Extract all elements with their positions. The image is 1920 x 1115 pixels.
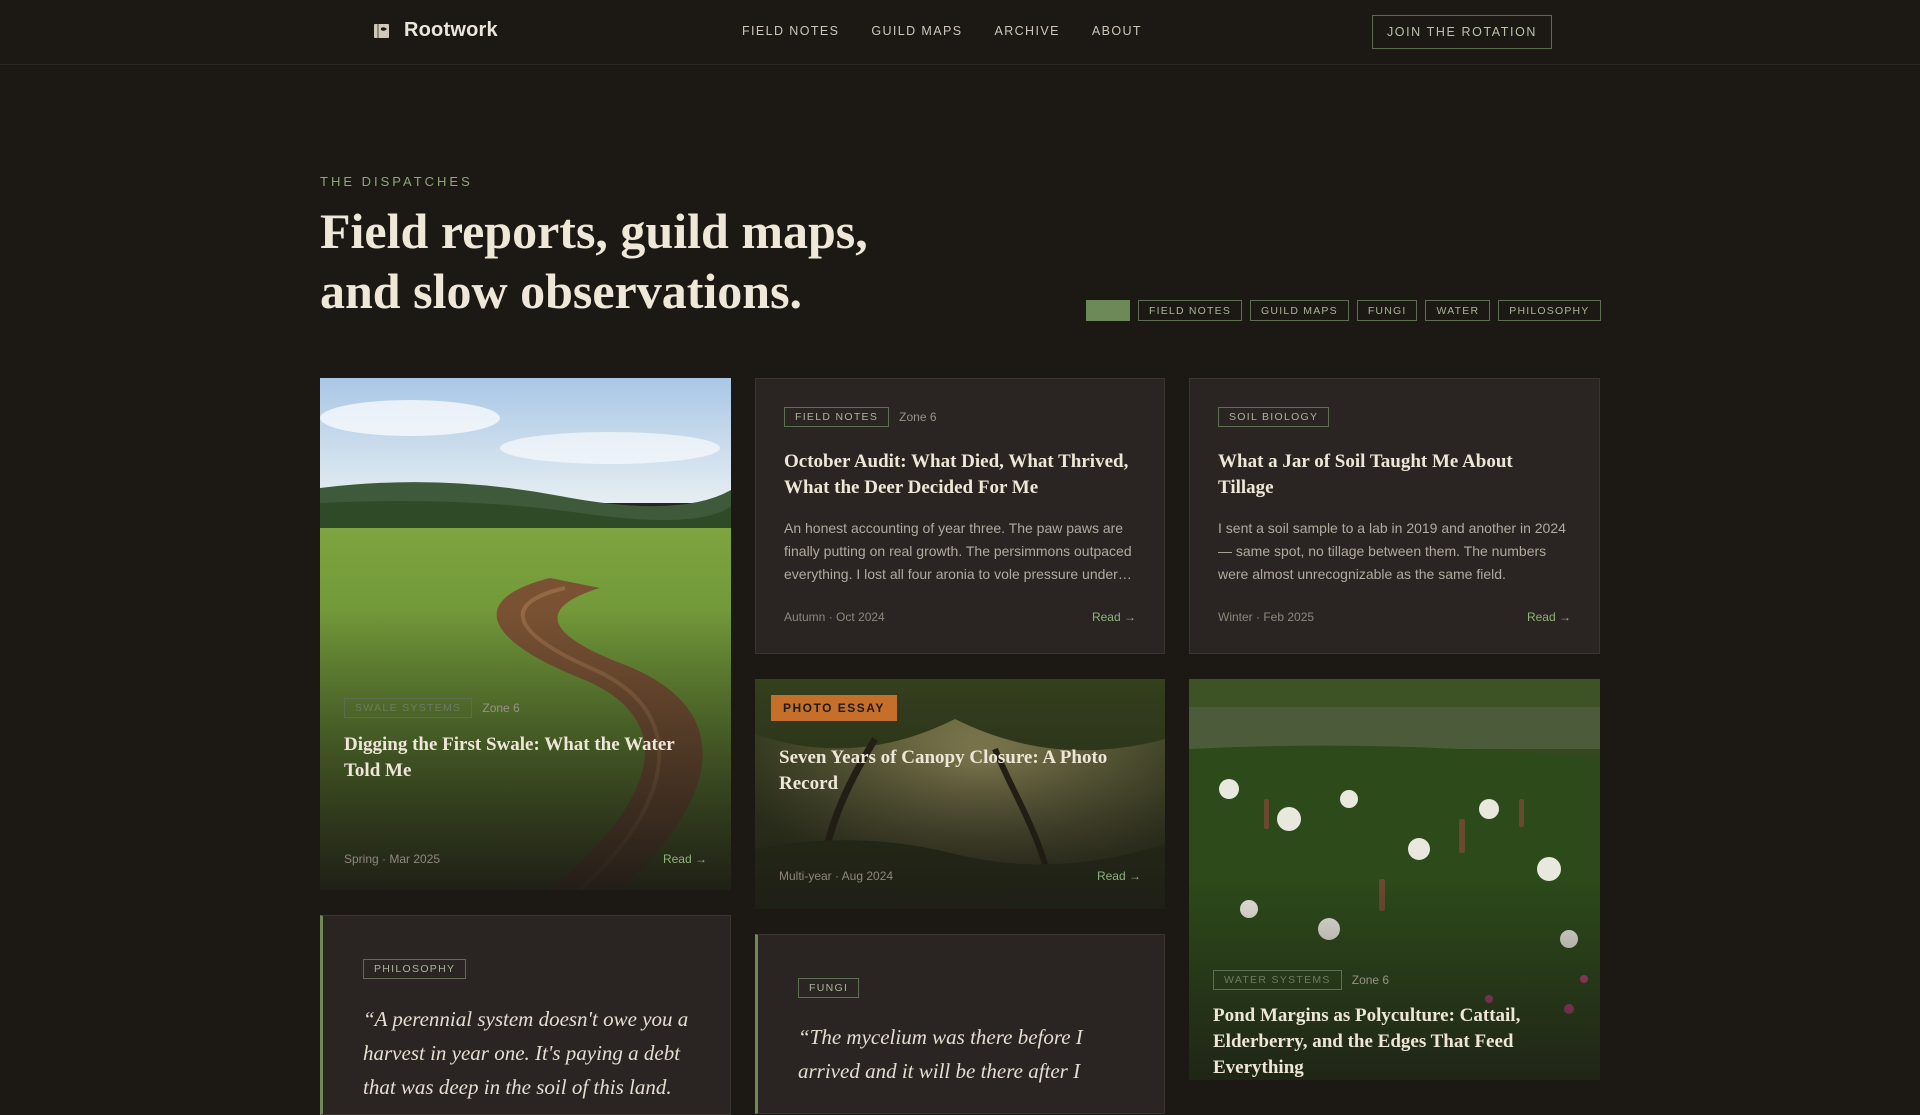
filter-fungi[interactable]: FUNGI <box>1356 300 1418 321</box>
article-card-pond-margins[interactable]: WATER SYSTEMS Zone 6 Pond Margins as Pol… <box>1189 679 1600 1080</box>
card-meta: Winter · Feb 2025 <box>1218 610 1315 624</box>
card-meta: Spring · Mar 2025 <box>344 852 441 866</box>
read-link[interactable]: Read → <box>663 852 707 866</box>
article-card-swale[interactable]: SWALE SYSTEMS Zone 6 Digging the First S… <box>320 378 731 890</box>
card-tag[interactable]: WATER SYSTEMS <box>1213 970 1342 990</box>
card-tag[interactable]: PHILOSOPHY <box>363 959 467 979</box>
brand[interactable]: Rootwork <box>372 19 498 42</box>
read-link[interactable]: Read → <box>1092 610 1136 624</box>
top-navigation-bar: Rootwork FIELD NOTES GUILD MAPS ARCHIVE … <box>0 0 1920 65</box>
nav-about[interactable]: ABOUT <box>1092 24 1142 38</box>
card-tag[interactable]: SWALE SYSTEMS <box>344 698 473 718</box>
card-title[interactable]: Pond Margins as Polyculture: Cattail, El… <box>1213 1003 1563 1080</box>
article-card-canopy-photo-essay[interactable]: PHOTO ESSAY Seven Years of Canopy Closur… <box>755 679 1165 909</box>
article-card-october-audit[interactable]: FIELD NOTES Zone 6 October Audit: What D… <box>755 378 1165 654</box>
filter-water[interactable]: WATER <box>1425 300 1491 321</box>
filter-field-notes[interactable]: FIELD NOTES <box>1138 300 1243 321</box>
read-link[interactable]: Read → <box>1097 869 1141 883</box>
quote-card-philosophy[interactable]: PHILOSOPHY “A perennial system doesn't o… <box>320 915 731 1115</box>
article-card-soil-jar[interactable]: SOIL BIOLOGY What a Jar of Soil Taught M… <box>1189 378 1600 654</box>
read-link[interactable]: Read → <box>1527 610 1571 624</box>
filter-philosophy[interactable]: PHILOSOPHY <box>1498 300 1601 321</box>
category-filters: FIELD NOTES GUILD MAPS FUNGI WATER PHILO… <box>1086 300 1601 321</box>
card-meta: Autumn · Oct 2024 <box>784 610 885 624</box>
brand-name: Rootwork <box>404 19 498 41</box>
card-title[interactable]: What a Jar of Soil Taught Me About Tilla… <box>1218 449 1548 501</box>
section-eyebrow: THE DISPATCHES <box>320 174 473 189</box>
nav-guild-maps[interactable]: GUILD MAPS <box>871 24 962 38</box>
filter-guild-maps[interactable]: GUILD MAPS <box>1250 300 1349 321</box>
card-zone: Zone 6 <box>899 410 937 424</box>
card-tag[interactable]: SOIL BIOLOGY <box>1218 407 1330 427</box>
photo-essay-badge[interactable]: PHOTO ESSAY <box>771 695 897 721</box>
card-zone: Zone 6 <box>1351 973 1390 987</box>
main-nav: FIELD NOTES GUILD MAPS ARCHIVE ABOUT <box>742 24 1142 38</box>
card-tag[interactable]: FIELD NOTES <box>784 407 890 427</box>
nav-field-notes[interactable]: FIELD NOTES <box>742 24 839 38</box>
card-quote: “The mycelium was there before I arrived… <box>798 1025 1083 1083</box>
book-leaf-logo-icon <box>374 23 389 38</box>
nav-archive[interactable]: ARCHIVE <box>994 24 1059 38</box>
join-rotation-button[interactable]: JOIN THE ROTATION <box>1372 15 1552 49</box>
card-tag[interactable]: FUNGI <box>798 978 860 998</box>
page-title-line-2: and slow observations. <box>320 263 803 319</box>
card-title[interactable]: October Audit: What Died, What Thrived, … <box>784 449 1144 501</box>
card-quote: “A perennial system doesn't owe you a ha… <box>363 1007 689 1099</box>
page-title-line-1: Field reports, guild maps, <box>320 203 868 259</box>
card-meta: Multi-year · Aug 2024 <box>779 869 894 883</box>
card-title[interactable]: Digging the First Swale: What the Water … <box>344 732 684 784</box>
card-excerpt: An honest accounting of year three. The … <box>784 520 1132 582</box>
card-excerpt: I sent a soil sample to a lab in 2019 an… <box>1218 520 1566 582</box>
quote-card-fungi[interactable]: FUNGI “The mycelium was there before I a… <box>755 934 1165 1114</box>
filter-all[interactable] <box>1086 300 1130 321</box>
page-title: Field reports, guild maps, and slow obse… <box>320 201 940 321</box>
card-zone: Zone 6 <box>482 701 520 715</box>
card-title[interactable]: Seven Years of Canopy Closure: A Photo R… <box>779 745 1119 797</box>
